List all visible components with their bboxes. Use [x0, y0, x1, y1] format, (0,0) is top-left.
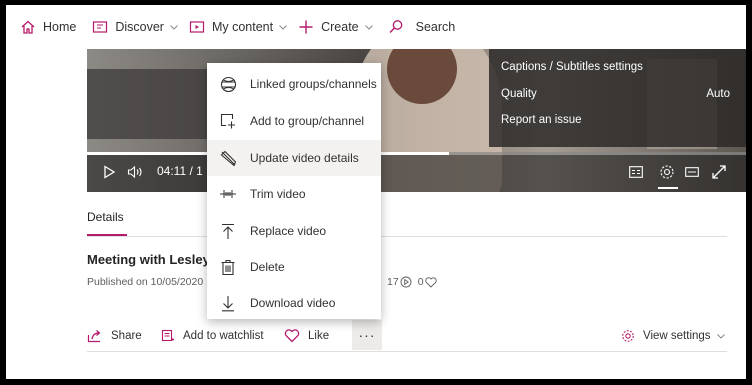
video-player[interactable]: Captions / Subtitles settings Quality Au… [87, 49, 746, 192]
menu-item-label: Update video details [250, 151, 359, 165]
top-nav: Home Discover My content Create Search [6, 5, 746, 49]
gear-icon [660, 165, 674, 179]
heart-icon [424, 276, 437, 288]
video-stats: 17 0 [387, 276, 437, 288]
download-icon [219, 294, 237, 312]
plus-icon [298, 19, 314, 35]
replace-upload-icon [219, 222, 237, 240]
trash-icon [219, 258, 237, 276]
volume-icon [127, 165, 142, 179]
time-display: 04:11 / 1 [157, 164, 203, 178]
more-options-button[interactable]: ··· [352, 320, 382, 350]
settings-button[interactable] [658, 163, 676, 181]
progress-bar[interactable] [87, 152, 746, 155]
nav-my-content[interactable]: My content [189, 5, 288, 49]
theater-icon [685, 167, 699, 177]
view-settings-label: View settings [643, 330, 711, 342]
discover-icon [92, 19, 108, 35]
share-label: Share [111, 330, 142, 342]
menu-item-delete[interactable]: Delete [207, 249, 381, 285]
chevron-down-icon [364, 25, 373, 30]
pencil-icon [219, 149, 237, 167]
views-count: 17 [387, 276, 399, 288]
nav-search[interactable]: Search [388, 5, 456, 49]
app-window: Home Discover My content Create Search C… [6, 5, 746, 379]
player-settings-panel: Captions / Subtitles settings Quality Au… [489, 49, 746, 147]
share-button[interactable]: Share [87, 327, 142, 345]
views-icon [400, 276, 412, 288]
more-options-menu: Linked groups/channels Add to group/chan… [207, 63, 381, 319]
nav-create[interactable]: Create [298, 5, 374, 49]
like-label: Like [308, 330, 330, 342]
chevron-down-icon [279, 25, 287, 30]
nav-home[interactable]: Home [20, 5, 76, 49]
gear-icon [622, 330, 634, 342]
video-background-shelf [87, 69, 207, 139]
volume-button[interactable] [127, 164, 145, 180]
my-content-icon [189, 19, 205, 35]
captions-icon [629, 166, 643, 178]
watchlist-label: Add to watchlist [183, 330, 264, 342]
report-issue-item[interactable]: Report an issue [501, 114, 582, 126]
fullscreen-button[interactable] [710, 163, 728, 181]
globe-icon [219, 75, 237, 93]
nav-create-label: Create [321, 20, 359, 34]
share-icon [87, 330, 101, 343]
menu-item-label: Download video [250, 296, 336, 310]
nav-search-label: Search [415, 20, 456, 34]
play-icon [104, 165, 116, 179]
menu-item-label: Trim video [250, 187, 306, 201]
menu-item-add-to-group[interactable]: Add to group/channel [207, 103, 381, 139]
nav-discover[interactable]: Discover [92, 5, 179, 49]
chevron-down-icon [170, 25, 178, 30]
like-button[interactable]: Like [284, 327, 329, 345]
nav-discover-label: Discover [115, 20, 164, 34]
quality-item[interactable]: Quality [501, 88, 537, 100]
published-date: Published on 10/05/2020 [87, 276, 204, 288]
nav-home-label: Home [43, 20, 77, 34]
play-button[interactable] [101, 164, 117, 180]
expand-icon [712, 165, 726, 179]
likes-count: 0 [417, 276, 424, 288]
settings-active-indicator [658, 187, 678, 189]
player-controls: 04:11 / 1 [87, 152, 746, 192]
menu-item-label: Delete [250, 260, 285, 274]
bottom-divider [87, 351, 727, 352]
search-icon [388, 19, 404, 35]
chevron-down-icon [716, 334, 725, 339]
captions-settings-item[interactable]: Captions / Subtitles settings [501, 61, 643, 73]
heart-icon [284, 329, 300, 343]
view-settings-button[interactable]: View settings [621, 327, 734, 345]
tab-details[interactable]: Details [87, 210, 124, 224]
tab-divider [87, 236, 727, 237]
quality-value: Auto [706, 88, 730, 100]
add-to-watchlist-button[interactable]: Add to watchlist [161, 327, 264, 345]
video-title: Meeting with Lesley [87, 252, 210, 267]
trim-icon [219, 185, 237, 203]
home-icon [20, 19, 36, 35]
nav-my-content-label: My content [211, 20, 274, 34]
menu-item-linked-groups[interactable]: Linked groups/channels [207, 66, 381, 102]
captions-button[interactable] [628, 164, 644, 180]
menu-item-trim-video[interactable]: Trim video [207, 176, 381, 212]
watchlist-icon [161, 329, 174, 342]
menu-item-label: Linked groups/channels [250, 77, 377, 91]
menu-item-label: Add to group/channel [250, 114, 365, 128]
menu-item-label: Replace video [250, 224, 327, 238]
menu-item-update-video-details[interactable]: Update video details [207, 140, 381, 176]
add-to-group-icon [219, 112, 237, 130]
menu-item-replace-video[interactable]: Replace video [207, 213, 381, 249]
theater-mode-button[interactable] [684, 164, 700, 180]
menu-item-download-video[interactable]: Download video [207, 285, 381, 321]
